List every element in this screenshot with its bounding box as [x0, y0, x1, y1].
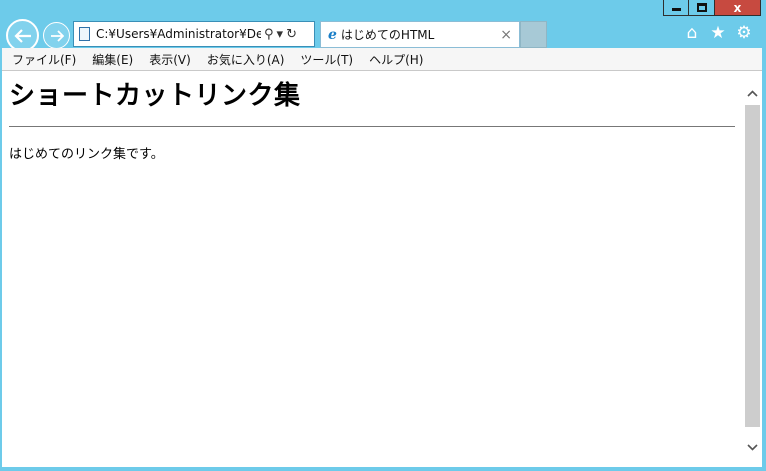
vertical-scrollbar[interactable] [743, 70, 762, 467]
minimize-button[interactable] [663, 0, 689, 16]
horizontal-rule [9, 126, 735, 127]
new-tab-button[interactable] [520, 21, 547, 48]
menu-tools[interactable]: ツール(T) [291, 51, 360, 68]
menu-help[interactable]: ヘルプ(H) [360, 51, 430, 68]
scroll-up-icon[interactable] [743, 83, 762, 103]
address-bar[interactable]: C:¥Users¥Administrator¥De ⚲ ▾ ↻ [73, 21, 315, 47]
page-content: ショートカットリンク集 はじめてのリンク集です。 [2, 70, 743, 467]
forward-button[interactable] [43, 22, 70, 49]
forward-arrow-icon [50, 29, 64, 42]
tab-title: はじめてのHTML [340, 28, 435, 42]
settings-icon[interactable]: ⚙ [734, 23, 754, 43]
page-heading: ショートカットリンク集 [9, 81, 301, 111]
tab-close-icon[interactable]: × [500, 27, 512, 43]
navigation-bar: C:¥Users¥Administrator¥De ⚲ ▾ ↻ e はじめてのH… [0, 18, 766, 52]
address-text[interactable]: C:¥Users¥Administrator¥De [96, 27, 261, 41]
menu-favorites[interactable]: お気に入り(A) [198, 51, 292, 68]
close-window-button[interactable]: x [715, 0, 761, 16]
page-icon [79, 27, 90, 41]
menu-file[interactable]: ファイル(F) [2, 51, 83, 68]
menu-edit[interactable]: 編集(E) [83, 51, 140, 68]
toolbar-icons: ⌂ ★ ⚙ [682, 23, 754, 43]
tab-active[interactable]: e はじめてのHTML × [320, 21, 520, 48]
maximize-button[interactable] [689, 0, 715, 16]
back-arrow-icon [13, 28, 31, 43]
refresh-icon[interactable]: ↻ [286, 27, 297, 42]
search-icon[interactable]: ⚲ [264, 27, 274, 42]
menu-view[interactable]: 表示(V) [140, 51, 198, 68]
ie-icon: e [328, 26, 337, 43]
home-icon[interactable]: ⌂ [682, 23, 702, 43]
favorites-icon[interactable]: ★ [708, 23, 728, 43]
scroll-down-icon[interactable] [743, 437, 762, 457]
dropdown-icon[interactable]: ▾ [277, 27, 284, 42]
scroll-thumb[interactable] [745, 105, 760, 427]
window-controls: x [663, 0, 761, 16]
menu-bar: ファイル(F) 編集(E) 表示(V) お気に入り(A) ツール(T) ヘルプ(… [2, 48, 762, 70]
page-paragraph: はじめてのリンク集です。 [9, 147, 164, 162]
